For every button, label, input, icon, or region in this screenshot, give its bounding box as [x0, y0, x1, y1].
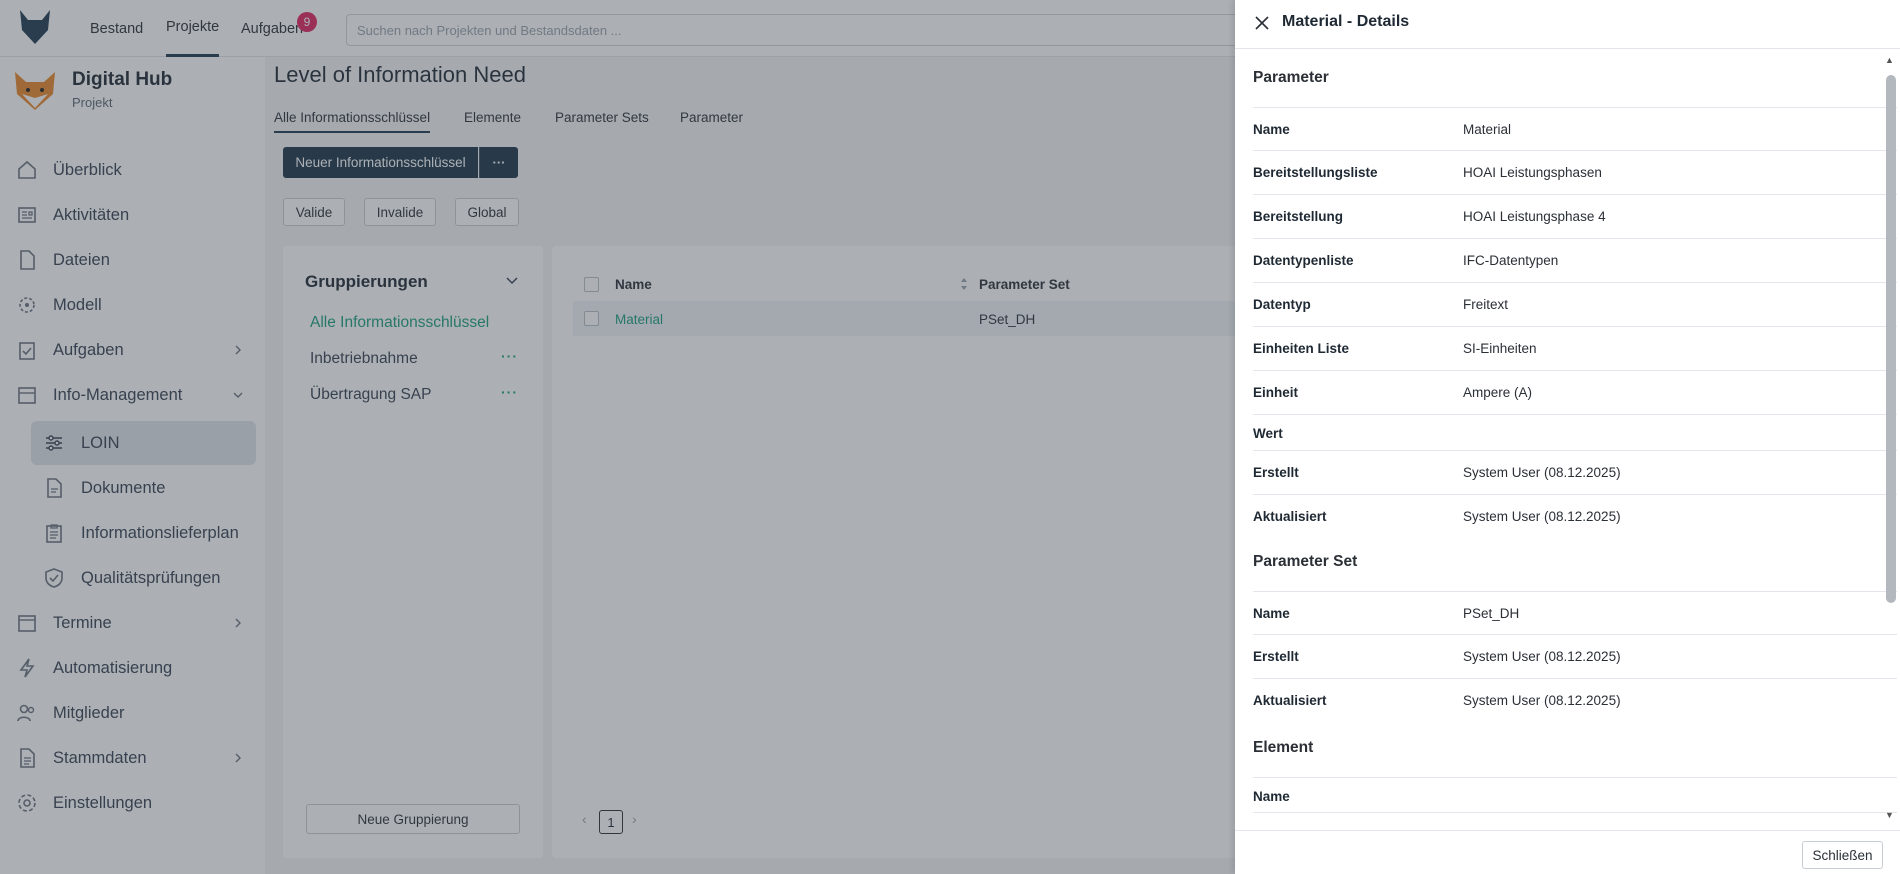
- detail-key: Name: [1253, 122, 1290, 137]
- scroll-up-arrow-icon[interactable]: ▲: [1885, 55, 1894, 65]
- detail-value: HOAI Leistungsphase 4: [1463, 209, 1606, 224]
- detail-value: System User (08.12.2025): [1463, 649, 1621, 664]
- detail-row: Name: [1253, 777, 1897, 813]
- drawer-header: Material - Details: [1235, 0, 1900, 49]
- detail-row: Bereitstellung HOAI Leistungsphase 4: [1253, 195, 1897, 239]
- detail-row: Name PSet_DH: [1253, 591, 1897, 635]
- detail-value: System User (08.12.2025): [1463, 693, 1621, 708]
- drawer-title: Material - Details: [1282, 13, 1410, 30]
- detail-key: Aktualisiert: [1253, 509, 1327, 524]
- detail-row: Bereitstellungsliste HOAI Leistungsphase…: [1253, 151, 1897, 195]
- detail-row: Erstellt System User (08.12.2025): [1253, 451, 1897, 495]
- detail-key: Name: [1253, 789, 1290, 804]
- detail-row: Einheit Ampere (A): [1253, 371, 1897, 415]
- close-icon[interactable]: [1255, 16, 1269, 30]
- detail-value: Ampere (A): [1463, 385, 1533, 400]
- detail-key: Wert: [1253, 426, 1283, 441]
- detail-value: SI-Einheiten: [1463, 341, 1537, 356]
- detail-key: Erstellt: [1253, 649, 1299, 664]
- detail-value: System User (08.12.2025): [1463, 509, 1621, 524]
- drawer-body: Parameter Name Material Bereitstellungsl…: [1235, 50, 1900, 829]
- detail-row: Erstellt System User (08.12.2025): [1253, 635, 1897, 679]
- modal-backdrop[interactable]: [0, 0, 1235, 874]
- detail-value: Freitext: [1463, 297, 1509, 312]
- detail-value: Material: [1463, 122, 1512, 137]
- scrollbar-thumb[interactable]: [1886, 75, 1896, 603]
- scroll-down-arrow-icon[interactable]: ▼: [1885, 810, 1894, 820]
- section-title-element: Element: [1253, 739, 1314, 756]
- detail-key: Aktualisiert: [1253, 693, 1327, 708]
- detail-value: System User (08.12.2025): [1463, 465, 1621, 480]
- detail-row: Datentypenliste IFC-Datentypen: [1253, 239, 1897, 283]
- detail-key: Name: [1253, 606, 1290, 621]
- detail-row: Aktualisiert System User (08.12.2025): [1253, 679, 1897, 723]
- section-title-parameter: Parameter: [1253, 69, 1329, 86]
- section-title-parameter-set: Parameter Set: [1253, 553, 1358, 570]
- detail-row: Name Material: [1253, 107, 1897, 151]
- detail-key: Erstellt: [1253, 465, 1299, 480]
- close-button[interactable]: Schließen: [1802, 841, 1883, 869]
- detail-key: Datentyp: [1253, 297, 1311, 312]
- detail-value: IFC-Datentypen: [1463, 253, 1559, 268]
- detail-key: Datentypenliste: [1253, 253, 1354, 268]
- detail-row: Wert: [1253, 415, 1897, 451]
- detail-key: Bereitstellungsliste: [1253, 165, 1378, 180]
- detail-row: Einheiten Liste SI-Einheiten: [1253, 327, 1897, 371]
- detail-key: Einheiten Liste: [1253, 341, 1350, 356]
- detail-value: HOAI Leistungsphasen: [1463, 165, 1602, 180]
- detail-key: Einheit: [1253, 385, 1299, 400]
- detail-value: PSet_DH: [1463, 606, 1520, 621]
- detail-row: Aktualisiert System User (08.12.2025): [1253, 495, 1897, 539]
- drawer-footer: Schließen: [1235, 830, 1900, 874]
- detail-key: Bereitstellung: [1253, 209, 1344, 224]
- details-drawer: Material - Details Parameter Name Materi…: [1235, 0, 1900, 874]
- detail-row: Datentyp Freitext: [1253, 283, 1897, 327]
